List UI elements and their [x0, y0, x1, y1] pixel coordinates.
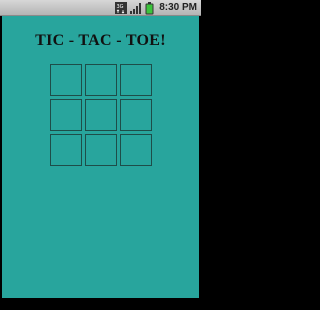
status-bar: 3G 8:30 PM — [0, 0, 201, 16]
device-frame: 3G 8:30 PM TIC - TAC - TOE! — [0, 0, 201, 310]
board-cell-1[interactable] — [50, 64, 82, 96]
game-board — [50, 64, 153, 168]
data-connection-icon: 3G — [115, 2, 128, 14]
board-cell-3[interactable] — [120, 64, 152, 96]
board-cell-6[interactable] — [120, 99, 152, 131]
board-cell-4[interactable] — [50, 99, 82, 131]
app-screen: TIC - TAC - TOE! — [2, 16, 199, 298]
board-cell-9[interactable] — [120, 134, 152, 166]
status-icons: 3G 8:30 PM — [115, 1, 197, 15]
page-title: TIC - TAC - TOE! — [35, 32, 166, 49]
board-cell-2[interactable] — [85, 64, 117, 96]
svg-text:3G: 3G — [117, 4, 124, 10]
signal-icon — [130, 2, 142, 14]
bottom-bezel — [0, 298, 201, 310]
screen-border-right — [199, 16, 201, 298]
status-clock: 8:30 PM — [159, 2, 197, 13]
battery-icon — [145, 1, 154, 15]
board-cell-5[interactable] — [85, 99, 117, 131]
board-cell-7[interactable] — [50, 134, 82, 166]
board-cell-8[interactable] — [85, 134, 117, 166]
